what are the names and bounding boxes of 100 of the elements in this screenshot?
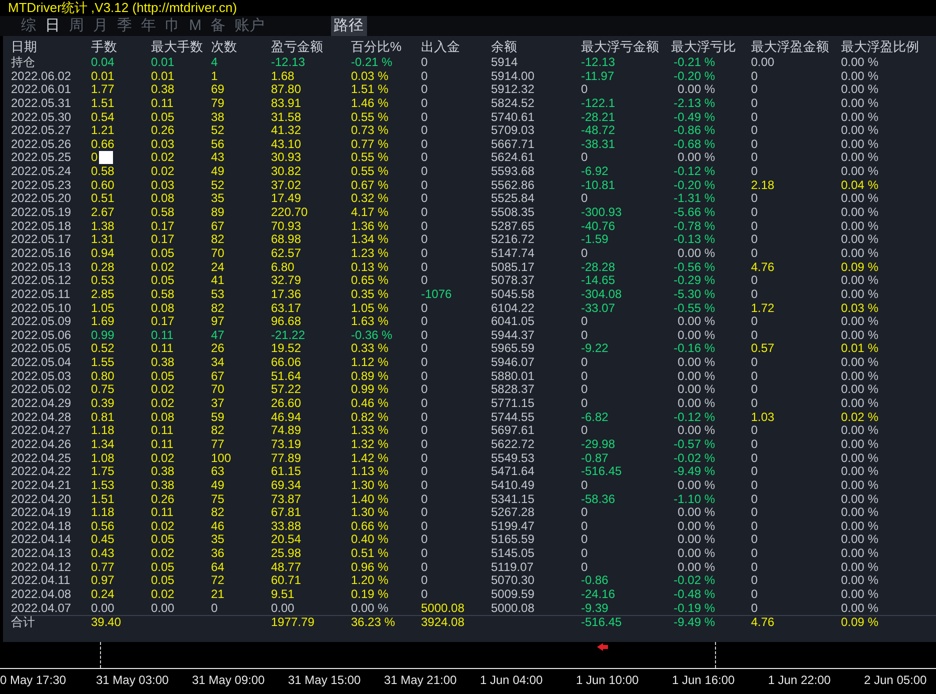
tab[interactable]: 季: [114, 16, 135, 36]
table-cell: 0.82 %: [351, 410, 388, 424]
table-cell: 1.42 %: [351, 450, 388, 465]
table-cell: 6041.05: [491, 314, 534, 328]
table-cell: 0: [751, 573, 758, 588]
table-cell: -1076: [421, 286, 452, 301]
marker-icon: [597, 642, 609, 652]
tab[interactable]: 月: [90, 16, 111, 36]
time-label: 1 Jun 04:00: [480, 673, 544, 687]
table-cell: 0.01: [151, 55, 174, 69]
table-cell: -0.12 %: [674, 410, 715, 424]
table-cell: 0: [581, 505, 588, 520]
table-cell: 0.00 %: [678, 560, 715, 574]
table-cell: 0: [581, 546, 588, 560]
app-title: MTDriver统计 ,V3.12 (http://mtdriver.cn): [7, 0, 238, 16]
table-cell: 2022.05.17: [11, 232, 72, 246]
table-cell: -0.57 %: [674, 436, 715, 451]
table-cell: 37.02: [271, 178, 302, 192]
table-cell: 1.36 %: [351, 218, 388, 233]
table-cell: -10.81: [581, 178, 616, 192]
tab[interactable]: 周: [66, 16, 87, 36]
table-cell: 0.00 %: [841, 573, 878, 588]
table-cell: 1.30 %: [351, 505, 388, 520]
column-header: 最大手数: [151, 38, 204, 56]
tab[interactable]: 综: [18, 16, 39, 36]
table-cell: -9.49 %: [674, 615, 715, 630]
table-cell: 0: [421, 123, 428, 138]
table-cell: 72: [211, 573, 224, 588]
table-cell: 2022.05.26: [11, 136, 72, 151]
table-cell: 0.00 %: [841, 423, 878, 438]
table-cell: 0.05: [151, 368, 174, 383]
table-cell: 0.51 %: [351, 546, 388, 560]
tab[interactable]: 年: [138, 16, 159, 36]
table-cell: 0.00 %: [841, 355, 878, 370]
table-cell: 0: [581, 396, 588, 410]
table-cell: 17.36: [271, 286, 302, 301]
table-cell: 0.38: [151, 355, 174, 370]
table-cell: 70.93: [271, 218, 302, 233]
table-cell: 0: [751, 600, 758, 615]
table-cell: 0.00: [151, 600, 174, 615]
table-cell: 2022.04.28: [11, 410, 72, 424]
table-cell: 0: [421, 560, 428, 574]
table-cell: 0.75: [91, 382, 114, 396]
table-cell: 持仓: [11, 55, 35, 69]
table-cell: 61.15: [271, 464, 302, 478]
table-cell: 5828.37: [491, 382, 534, 396]
table-cell: 5944.37: [491, 328, 534, 342]
column-header: 最大浮盈金额: [751, 38, 830, 56]
table-cell: -5.30 %: [674, 286, 715, 301]
table-cell: -9.22: [581, 341, 608, 356]
table-cell: 2022.04.07: [11, 600, 72, 615]
table-cell: 0.00 %: [678, 82, 715, 96]
table-cell: 1.51 %: [351, 82, 388, 96]
table-cell: 46: [211, 518, 224, 533]
tab[interactable]: M: [186, 16, 204, 36]
table-cell: 5709.03: [491, 123, 534, 138]
table-cell: 0.00 %: [841, 218, 878, 233]
table-cell: -1.31 %: [674, 191, 715, 206]
table-cell: 0.00 %: [841, 478, 878, 492]
table-cell: 0.00 %: [841, 314, 878, 328]
table-cell: 0.77: [91, 560, 114, 574]
table-cell: 0.00 %: [841, 110, 878, 124]
table-cell: 5549.53: [491, 450, 534, 465]
table-cell: 0: [421, 260, 428, 274]
table-cell: 合计: [11, 615, 35, 630]
table-cell: 0: [751, 450, 758, 465]
table-cell: 0: [421, 341, 428, 356]
table-cell: 5562.86: [491, 178, 534, 192]
table-cell: 0.09 %: [841, 615, 878, 630]
table-cell: 0: [421, 586, 428, 601]
table-cell: 0: [421, 218, 428, 233]
table-cell: 63: [211, 464, 224, 478]
table-cell: -6.92: [581, 164, 608, 178]
table-cell: 0: [421, 396, 428, 410]
table-cell: 5000.08: [421, 600, 464, 615]
table-cell: 1.55: [91, 355, 114, 370]
tab[interactable]: 备: [208, 16, 228, 36]
path-button[interactable]: 路径: [330, 16, 366, 36]
table-cell: 0: [751, 110, 758, 124]
tab[interactable]: 日: [42, 16, 63, 36]
table-cell: 0.01: [91, 68, 114, 83]
table-cell: -0.19 %: [674, 600, 715, 615]
table-cell: -2.13 %: [674, 96, 715, 110]
column-header: 出入金: [421, 38, 461, 56]
table-cell: 0: [751, 546, 758, 560]
table-cell: 0: [751, 355, 758, 370]
table-cell: 5697.61: [491, 423, 534, 438]
table-cell: 0.00 %: [678, 314, 715, 328]
table-cell: 0: [211, 600, 218, 615]
tab[interactable]: 巾: [162, 16, 183, 36]
table-cell: 0.00 %: [841, 518, 878, 533]
tab[interactable]: 账户: [232, 16, 268, 36]
table-cell: 0: [421, 96, 428, 110]
table-cell: 96.68: [271, 314, 302, 328]
table-cell: 5667.71: [491, 136, 534, 151]
table-cell: 5287.65: [491, 218, 534, 233]
table-cell: 0.00 %: [351, 600, 388, 615]
table-cell: 0: [421, 410, 428, 424]
table-cell: 1.63 %: [351, 314, 388, 328]
table-cell: 2022.04.25: [11, 450, 72, 465]
